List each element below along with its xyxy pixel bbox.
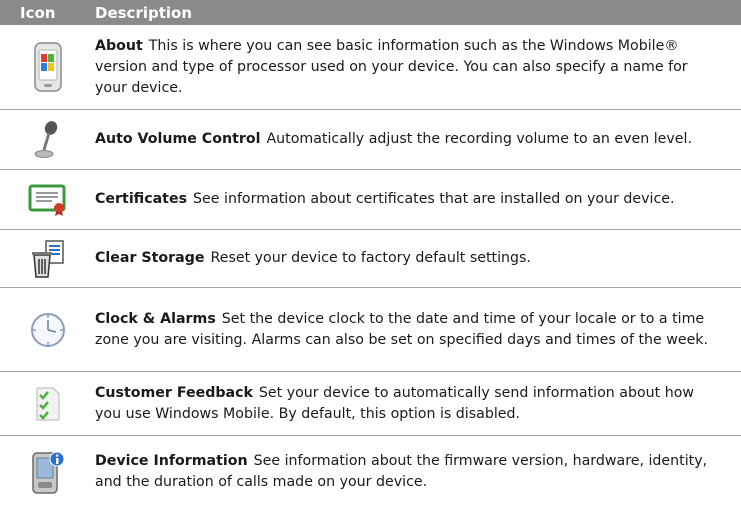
certificate-icon — [0, 170, 95, 229]
table-row-device-information: Device Information See information about … — [0, 436, 741, 508]
row-description: Clock & Alarms Set the device clock to th… — [95, 309, 741, 351]
header-description-column: Description — [95, 3, 193, 22]
row-description: Customer Feedback Set your device to auto… — [95, 383, 741, 425]
row-description: Auto Volume Control Automatically adjust … — [95, 129, 741, 150]
row-description: About This is where you can see basic inf… — [95, 36, 741, 99]
row-title: About — [95, 37, 143, 54]
windows-phone-icon — [0, 25, 95, 109]
table-row-clear-storage: Clear Storage Reset your device to factor… — [0, 230, 741, 288]
row-text: Reset your device to factory default set… — [210, 250, 531, 266]
microphone-icon — [0, 110, 95, 169]
row-title: Device Information — [95, 453, 248, 469]
row-text: See information about certificates that … — [193, 191, 675, 207]
row-title: Customer Feedback — [95, 384, 253, 401]
row-description: Clear Storage Reset your device to factor… — [95, 248, 741, 269]
table-row-customer-feedback: Customer Feedback Set your device to auto… — [0, 372, 741, 436]
table-row-certificates: Certificates See information about certif… — [0, 170, 741, 230]
row-title: Clock & Alarms — [95, 310, 216, 327]
checklist-icon — [0, 372, 95, 435]
row-title: Auto Volume Control — [95, 131, 261, 147]
row-title: Certificates — [95, 191, 188, 207]
row-text: This is where you can see basic informat… — [95, 37, 688, 96]
table-row-auto-volume: Auto Volume Control Automatically adjust … — [0, 110, 741, 170]
device-info-icon — [0, 436, 95, 508]
table-row-clock-alarms: Clock & Alarms Set the device clock to th… — [0, 288, 741, 372]
table-header: Icon Description — [0, 0, 741, 25]
row-description: Certificates See information about certif… — [95, 189, 741, 210]
row-text: Automatically adjust the recording volum… — [266, 131, 692, 147]
clock-icon — [0, 288, 95, 371]
header-icon-column: Icon — [20, 3, 56, 22]
trash-document-icon — [0, 230, 95, 287]
settings-table: Icon Description About This is where you … — [0, 0, 741, 508]
row-description: Device Information See information about … — [95, 451, 741, 493]
table-row-about: About This is where you can see basic inf… — [0, 25, 741, 110]
row-title: Clear Storage — [95, 250, 205, 266]
